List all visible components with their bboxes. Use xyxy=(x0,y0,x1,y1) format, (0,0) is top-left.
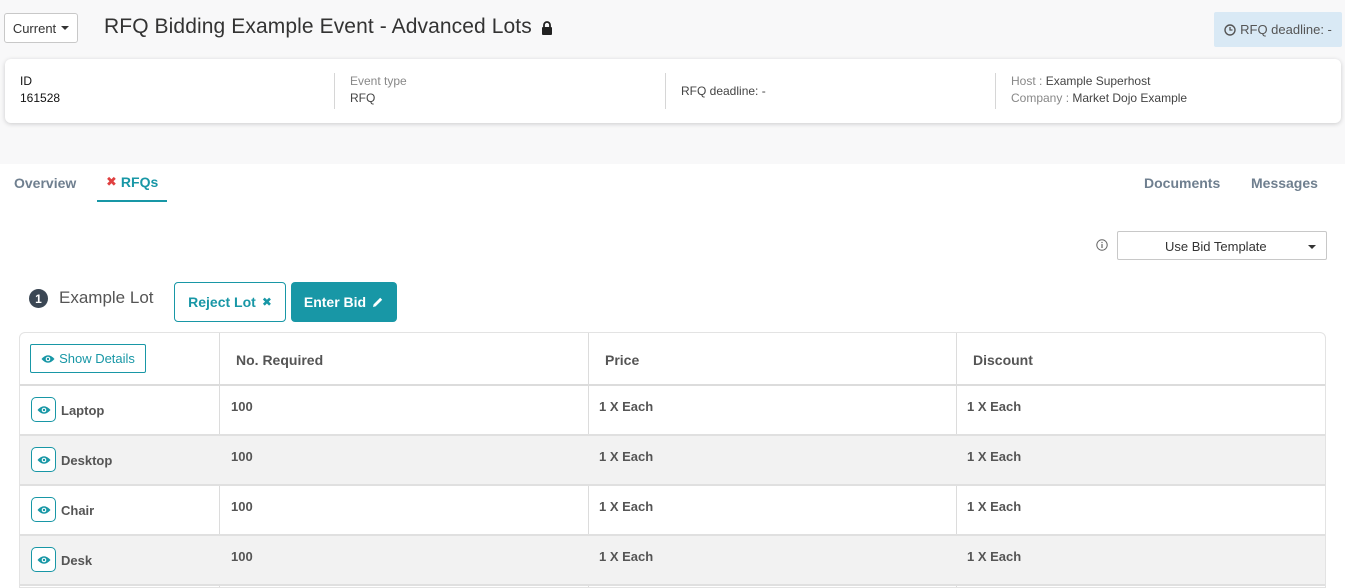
deadline-pill-text: RFQ deadline: - xyxy=(1240,22,1332,37)
required-cell: 100 xyxy=(231,399,253,414)
price-cell: 1 X Each xyxy=(599,549,654,564)
event-info-card: ID 161528 Event type RFQ RFQ deadline: -… xyxy=(5,59,1341,123)
view-item-button[interactable] xyxy=(31,447,56,472)
tab-overview[interactable]: Overview xyxy=(14,164,76,202)
required-cell: 100 xyxy=(231,499,253,514)
tab-messages-label: Messages xyxy=(1251,175,1318,191)
show-details-label: Show Details xyxy=(59,351,135,366)
tab-documents[interactable]: Documents xyxy=(1144,164,1220,202)
clock-icon xyxy=(1224,23,1236,36)
view-item-button[interactable] xyxy=(31,397,56,422)
eye-icon xyxy=(37,555,50,564)
price-cell: 1 X Each xyxy=(599,499,654,514)
lot-number-badge: 1 xyxy=(29,289,48,308)
view-item-button[interactable] xyxy=(31,547,56,572)
reject-lot-button[interactable]: Reject Lot ✖ xyxy=(174,282,286,322)
view-item-button[interactable] xyxy=(31,497,56,522)
required-cell: 100 xyxy=(231,449,253,464)
close-icon: ✖ xyxy=(261,295,272,309)
price-cell: 1 X Each xyxy=(599,399,654,414)
tab-rfqs-label: RFQs xyxy=(120,174,159,190)
page-title: RFQ Bidding Example Event - Advanced Lot… xyxy=(104,15,553,39)
eye-icon xyxy=(37,505,50,514)
host-value: Example Superhost xyxy=(1045,74,1151,88)
eye-icon xyxy=(37,405,50,414)
deadline-text: RFQ deadline: - xyxy=(681,83,766,98)
lock-icon xyxy=(541,21,552,35)
table-row: Desk 100 1 X Each 1 X Each xyxy=(20,536,1325,586)
show-details-button[interactable]: Show Details xyxy=(30,344,146,373)
item-name: Laptop xyxy=(61,403,105,418)
page: Current RFQ Bidding Example Event - Adva… xyxy=(0,0,1345,588)
lot-name: Example Lot xyxy=(59,288,154,307)
table-row: Chair 100 1 X Each 1 X Each xyxy=(20,486,1325,536)
version-dropdown[interactable]: Current xyxy=(4,13,78,43)
item-name: Desk xyxy=(61,553,93,568)
info-deadline: RFQ deadline: - xyxy=(665,73,996,109)
enter-bid-button[interactable]: Enter Bid xyxy=(291,282,397,322)
info-id: ID 161528 xyxy=(20,73,335,109)
caret-down-icon xyxy=(1308,245,1316,249)
company-label: Company : xyxy=(1011,91,1070,105)
tab-rfqs[interactable]: ✖ RFQs xyxy=(97,164,168,202)
tab-documents-label: Documents xyxy=(1144,175,1221,191)
table-row: Desktop 100 1 X Each 1 X Each xyxy=(20,436,1325,486)
event-title-text: RFQ Bidding Example Event - Advanced Lot… xyxy=(104,15,532,38)
table-header: Show Details No. Required Price Discount xyxy=(20,333,1325,386)
column-header: Discount xyxy=(973,351,1033,368)
column-header: No. Required xyxy=(236,351,324,368)
item-name: Chair xyxy=(61,503,95,518)
tab-bar: Overview ✖ RFQs Documents Messages xyxy=(0,164,1345,202)
eye-icon xyxy=(41,354,55,363)
deadline-badge: RFQ deadline: - xyxy=(1214,12,1342,47)
required-cell: 100 xyxy=(231,549,253,564)
info-host: Host : Example Superhost Company : Marke… xyxy=(995,73,1325,109)
event-type-value: RFQ xyxy=(350,91,376,105)
lot-items-table: Show Details No. Required Price Discount… xyxy=(19,332,1326,588)
reject-lot-label: Reject Lot xyxy=(188,294,256,310)
column-header: Price xyxy=(605,351,640,368)
info-event-type: Event type RFQ xyxy=(334,73,665,109)
tab-messages[interactable]: Messages xyxy=(1251,164,1318,202)
discount-cell: 1 X Each xyxy=(967,549,1022,564)
caret-down-icon xyxy=(61,26,70,30)
enter-bid-label: Enter Bid xyxy=(303,294,367,310)
discount-cell: 1 X Each xyxy=(967,499,1022,514)
id-value: 161528 xyxy=(20,91,61,105)
version-label: Current xyxy=(12,20,57,36)
bid-template-select[interactable]: Use Bid Template xyxy=(1117,231,1327,260)
info-icon[interactable] xyxy=(1096,239,1108,251)
close-icon: ✖ xyxy=(106,174,117,189)
discount-cell: 1 X Each xyxy=(967,399,1022,414)
id-label: ID xyxy=(20,74,32,88)
pencil-icon xyxy=(373,297,383,307)
item-name: Desktop xyxy=(61,453,113,468)
bid-template-label: Use Bid Template xyxy=(1165,239,1267,254)
discount-cell: 1 X Each xyxy=(967,449,1022,464)
top-bar: Current RFQ Bidding Example Event - Adva… xyxy=(0,0,1345,164)
price-cell: 1 X Each xyxy=(599,449,654,464)
table-row: Laptop 100 1 X Each 1 X Each xyxy=(20,386,1325,436)
event-type-label: Event type xyxy=(350,74,407,88)
eye-icon xyxy=(37,455,50,464)
host-label: Host : xyxy=(1011,74,1043,88)
company-value: Market Dojo Example xyxy=(1072,91,1188,105)
tab-overview-label: Overview xyxy=(14,175,77,191)
